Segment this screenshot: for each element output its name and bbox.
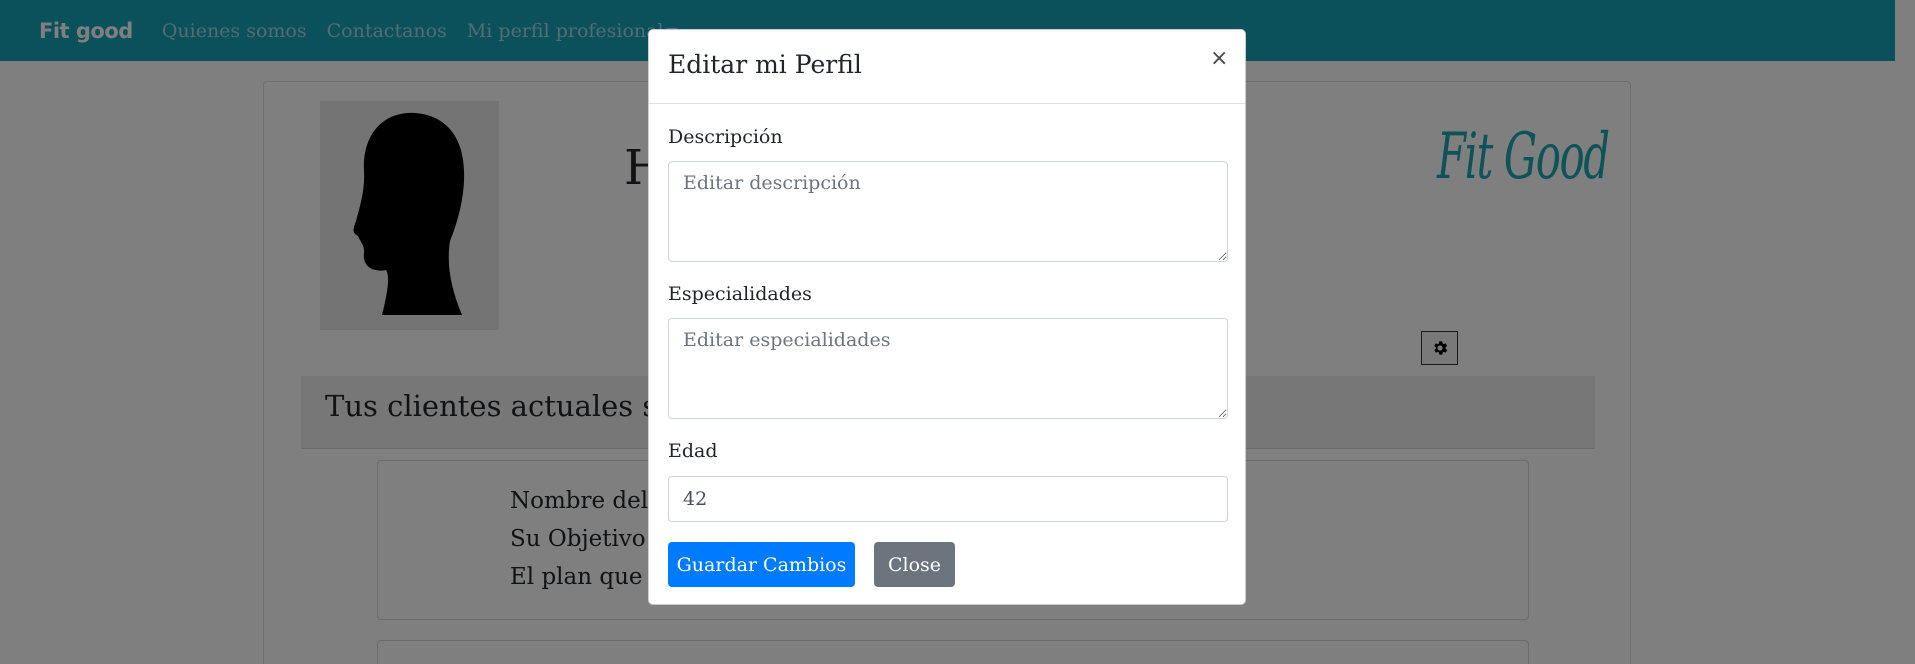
especialidades-label: Especialidades xyxy=(668,283,812,305)
close-icon[interactable]: × xyxy=(1210,46,1228,71)
save-changes-button[interactable]: Guardar Cambios xyxy=(668,542,855,587)
close-button[interactable]: Close xyxy=(874,542,955,587)
modal-header: Editar mi Perfil × xyxy=(649,30,1245,104)
descripcion-label: Descripción xyxy=(668,126,783,148)
edad-input[interactable] xyxy=(668,476,1228,522)
edad-label: Edad xyxy=(668,440,718,462)
especialidades-textarea[interactable] xyxy=(668,318,1228,419)
edit-profile-modal: Editar mi Perfil × Descripción Especiali… xyxy=(648,29,1246,605)
descripcion-textarea[interactable] xyxy=(668,161,1228,262)
modal-title: Editar mi Perfil xyxy=(668,50,862,79)
